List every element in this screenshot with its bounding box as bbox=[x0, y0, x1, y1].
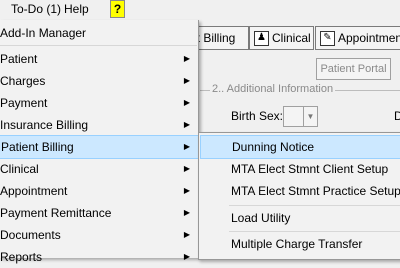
submenu-separator bbox=[229, 231, 400, 232]
menu-item-payment[interactable]: Payment ▶ bbox=[0, 92, 198, 114]
chevron-right-icon: ▶ bbox=[183, 230, 190, 239]
menu-item-label: Insurance Billing bbox=[0, 118, 89, 132]
tab-clinical[interactable]: ♟ Clinical bbox=[249, 26, 314, 50]
menu-item-patient-billing[interactable]: Patient Billing ▶ bbox=[0, 135, 199, 159]
menu-bar: To-Do (1) Help ? bbox=[0, 0, 400, 18]
menu-separator bbox=[0, 45, 197, 46]
menu-item-label: Reports bbox=[0, 250, 43, 264]
patient-billing-submenu: Dunning Notice MTA Elect Stmnt Client Se… bbox=[198, 132, 400, 260]
submenu-item-label: MTA Elect Stmnt Practice Setup bbox=[231, 184, 400, 198]
submenu-item-label: Load Utility bbox=[231, 211, 291, 225]
todo-menu: Add-In Manager Patient ▶ Charges ▶ Payment… bbox=[0, 20, 199, 264]
submenu-item-dunning-notice[interactable]: Dunning Notice bbox=[200, 135, 400, 159]
submenu-item-mta-client-setup[interactable]: MTA Elect Stmnt Client Setup bbox=[199, 158, 400, 180]
menu-item-documents[interactable]: Documents ▶ bbox=[0, 224, 198, 246]
submenu-item-load-utility[interactable]: Load Utility bbox=[199, 207, 400, 229]
menu-item-appointment[interactable]: Appointment ▶ bbox=[0, 180, 198, 202]
module-toolbar: nt Billing ♟ Clinical ✎ Appointment bbox=[186, 24, 400, 50]
menu-item-payment-remittance[interactable]: Payment Remittance ▶ bbox=[0, 202, 198, 224]
menu-item-label: Documents bbox=[0, 228, 61, 242]
chevron-right-icon: ▶ bbox=[183, 186, 190, 195]
menu-item-label: Add-In Manager bbox=[0, 26, 87, 40]
chevron-right-icon: ▶ bbox=[183, 252, 190, 261]
birth-sex-select[interactable]: ▼ bbox=[283, 106, 318, 127]
menu-item-reports[interactable]: Reports ▶ bbox=[0, 246, 198, 268]
tab-appointment[interactable]: ✎ Appointment bbox=[315, 26, 400, 50]
tab-clinical-label: Clinical bbox=[272, 31, 311, 45]
patient-portal-button[interactable]: Patient Portal bbox=[316, 58, 391, 80]
chevron-right-icon: ▶ bbox=[183, 54, 190, 63]
menu-item-label: Charges bbox=[0, 74, 46, 88]
chevron-right-icon: ▶ bbox=[183, 164, 190, 173]
chevron-right-icon: ▶ bbox=[183, 142, 190, 151]
submenu-item-multiple-charge-transfer[interactable]: Multiple Charge Transfer bbox=[199, 233, 400, 255]
menu-item-label: Appointment bbox=[0, 184, 68, 198]
menu-item-label: Patient Billing bbox=[1, 140, 74, 154]
chevron-right-icon: ▶ bbox=[183, 120, 190, 129]
chevron-down-icon[interactable]: ▼ bbox=[303, 107, 317, 126]
submenu-separator bbox=[229, 205, 400, 206]
menu-item-label: Payment Remittance bbox=[0, 206, 112, 220]
submenu-item-label: MTA Elect Stmnt Client Setup bbox=[231, 162, 389, 176]
submenu-item-label: Dunning Notice bbox=[232, 140, 315, 154]
menu-item-patient[interactable]: Patient ▶ bbox=[0, 48, 198, 70]
submenu-item-mta-practice-setup[interactable]: MTA Elect Stmnt Practice Setup bbox=[199, 180, 400, 202]
menu-help[interactable]: Help bbox=[61, 1, 92, 17]
chevron-right-icon: ▶ bbox=[183, 98, 190, 107]
chevron-right-icon: ▶ bbox=[183, 76, 190, 85]
appointment-icon: ✎ bbox=[320, 31, 335, 47]
menu-item-label: Payment bbox=[0, 96, 48, 110]
menu-item-label: Clinical bbox=[0, 162, 39, 176]
chevron-right-icon: ▶ bbox=[183, 208, 190, 217]
menu-item-charges[interactable]: Charges ▶ bbox=[0, 70, 198, 92]
menu-item-clinical[interactable]: Clinical ▶ bbox=[0, 158, 198, 180]
menu-item-add-in-manager[interactable]: Add-In Manager bbox=[0, 22, 198, 44]
menu-item-label: Patient bbox=[0, 52, 38, 66]
help-question-icon[interactable]: ? bbox=[110, 0, 125, 18]
clinical-icon: ♟ bbox=[254, 31, 269, 47]
field-label-d: D bbox=[394, 109, 400, 123]
submenu-item-label: Multiple Charge Transfer bbox=[231, 237, 363, 251]
birth-sex-label: Birth Sex: bbox=[231, 109, 284, 123]
menu-item-insurance-billing[interactable]: Insurance Billing ▶ bbox=[0, 114, 198, 136]
additional-info-label: 2.. Additional Information bbox=[210, 83, 336, 95]
tab-appointment-label: Appointment bbox=[338, 31, 400, 45]
menu-todo[interactable]: To-Do (1) bbox=[8, 1, 64, 17]
